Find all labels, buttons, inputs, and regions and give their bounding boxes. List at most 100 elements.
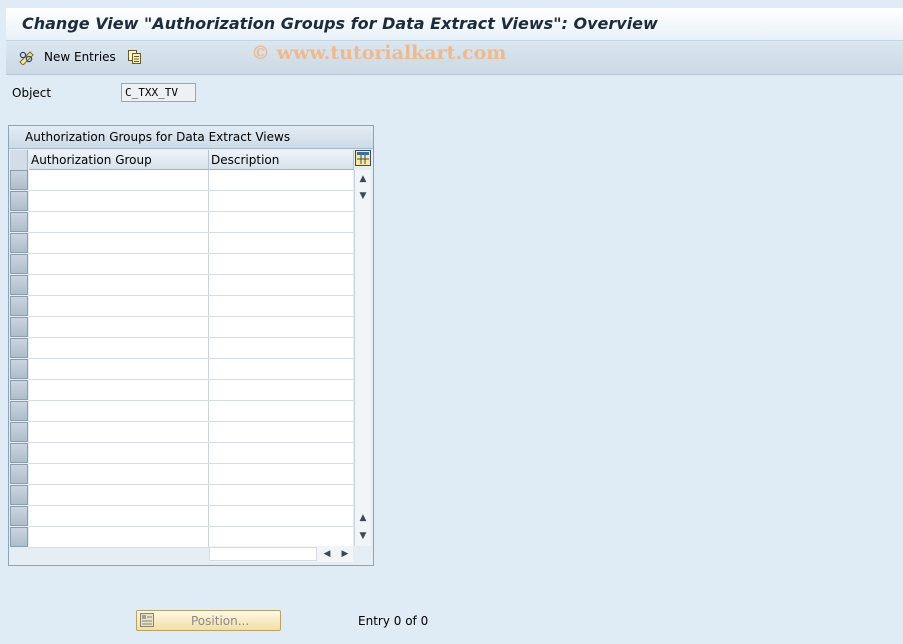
table-row <box>29 170 353 191</box>
position-button-label: Position... <box>191 614 250 628</box>
table-row <box>29 233 353 254</box>
column-header-description[interactable]: Description <box>209 150 354 170</box>
authorization-group-cell[interactable] <box>29 443 209 463</box>
authorization-group-cell[interactable] <box>29 527 209 547</box>
table-row <box>29 212 353 233</box>
row-selector[interactable] <box>10 191 28 211</box>
authorization-group-cell[interactable] <box>29 317 209 337</box>
description-cell[interactable] <box>209 359 353 379</box>
row-selector[interactable] <box>10 275 28 295</box>
row-selector[interactable] <box>10 296 28 316</box>
authorization-group-cell[interactable] <box>29 422 209 442</box>
table-title: Authorization Groups for Data Extract Vi… <box>25 130 291 144</box>
authorization-group-cell[interactable] <box>29 170 209 190</box>
table-row <box>29 254 353 275</box>
horizontal-scroll-track[interactable] <box>209 547 317 561</box>
description-cell[interactable] <box>209 506 353 526</box>
description-cell[interactable] <box>209 380 353 400</box>
table-row <box>29 527 353 548</box>
table-row <box>29 422 353 443</box>
row-selector[interactable] <box>10 401 28 421</box>
table-row <box>29 443 353 464</box>
authorization-group-cell[interactable] <box>29 191 209 211</box>
authorization-group-cell[interactable] <box>29 464 209 484</box>
authorization-group-cell[interactable] <box>29 254 209 274</box>
authorization-group-cell[interactable] <box>29 485 209 505</box>
new-entries-label: New Entries <box>44 50 116 64</box>
row-selector-column <box>10 170 29 547</box>
row-selector[interactable] <box>10 317 28 337</box>
row-selector[interactable] <box>10 380 28 400</box>
description-cell[interactable] <box>209 233 353 253</box>
row-selector[interactable] <box>10 443 28 463</box>
row-selector[interactable] <box>10 485 28 505</box>
description-cell[interactable] <box>209 296 353 316</box>
table-row <box>29 338 353 359</box>
row-selector[interactable] <box>10 212 28 232</box>
row-selector[interactable] <box>10 422 28 442</box>
description-cell[interactable] <box>209 170 353 190</box>
authorization-group-cell[interactable] <box>29 506 209 526</box>
description-cell[interactable] <box>209 422 353 442</box>
authorization-group-cell[interactable] <box>29 380 209 400</box>
description-cell[interactable] <box>209 275 353 295</box>
scroll-up-icon[interactable]: ▲ <box>358 173 368 185</box>
description-cell[interactable] <box>209 191 353 211</box>
column-header-authorization-group[interactable]: Authorization Group <box>29 150 209 170</box>
row-selector[interactable] <box>10 527 28 547</box>
authorization-group-cell[interactable] <box>29 338 209 358</box>
vertical-scrollbar[interactable]: ▲ ▼ ▲ ▼ <box>354 170 371 546</box>
position-button[interactable]: Position... <box>136 610 281 631</box>
new-entries-button[interactable]: New Entries <box>18 47 116 67</box>
row-selector[interactable] <box>10 254 28 274</box>
description-cell[interactable] <box>209 485 353 505</box>
scroll-page-up-icon[interactable]: ▲ <box>358 512 368 524</box>
copy-button[interactable] <box>127 47 143 67</box>
table-row <box>29 380 353 401</box>
position-icon <box>140 613 154 627</box>
table-title-bar: Authorization Groups for Data Extract Vi… <box>9 126 373 149</box>
description-cell[interactable] <box>209 212 353 232</box>
scroll-down-icon[interactable]: ▼ <box>358 190 368 202</box>
description-cell[interactable] <box>209 317 353 337</box>
authorization-group-cell[interactable] <box>29 212 209 232</box>
row-selector[interactable] <box>10 506 28 526</box>
edit-glasses-icon <box>19 51 34 65</box>
row-selector[interactable] <box>10 233 28 253</box>
table-row <box>29 401 353 422</box>
authorization-group-cell[interactable] <box>29 359 209 379</box>
scroll-right-icon[interactable]: ▶ <box>339 548 351 560</box>
copy-icon <box>128 50 141 64</box>
row-selector[interactable] <box>10 359 28 379</box>
page-title: Change View "Authorization Groups for Da… <box>22 14 658 33</box>
table-row <box>29 296 353 317</box>
table-control: Authorization Groups for Data Extract Vi… <box>8 125 374 566</box>
table-row <box>29 191 353 212</box>
authorization-group-cell[interactable] <box>29 296 209 316</box>
authorization-group-cell[interactable] <box>29 275 209 295</box>
table-row <box>29 275 353 296</box>
select-all-button[interactable] <box>10 150 28 170</box>
description-cell[interactable] <box>209 254 353 274</box>
table-grid <box>29 170 353 548</box>
scroll-page-down-icon[interactable]: ▼ <box>358 530 368 542</box>
table-settings-icon[interactable] <box>355 150 371 166</box>
row-selector[interactable] <box>10 170 28 190</box>
object-field[interactable]: C_TXX_TV <box>121 83 196 102</box>
description-cell[interactable] <box>209 527 353 547</box>
authorization-group-cell[interactable] <box>29 401 209 421</box>
authorization-group-cell[interactable] <box>29 233 209 253</box>
description-cell[interactable] <box>209 443 353 463</box>
horizontal-scrollbar[interactable]: ◀ ▶ <box>209 546 353 562</box>
entry-count: Entry 0 of 0 <box>358 614 429 628</box>
row-selector[interactable] <box>10 338 28 358</box>
table-row <box>29 317 353 338</box>
row-selector[interactable] <box>10 464 28 484</box>
description-cell[interactable] <box>209 338 353 358</box>
object-label: Object <box>12 86 52 100</box>
table-row <box>29 506 353 527</box>
description-cell[interactable] <box>209 401 353 421</box>
scroll-left-icon[interactable]: ◀ <box>321 548 333 560</box>
table-row <box>29 485 353 506</box>
description-cell[interactable] <box>209 464 353 484</box>
